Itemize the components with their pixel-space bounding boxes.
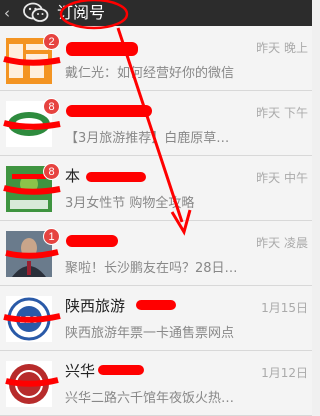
- list-item[interactable]: 兴华 1月12日 兴华二路六千馆年夜饭火热…: [0, 351, 312, 416]
- unread-badge: 2: [43, 33, 60, 50]
- wechat-logo-icon: [23, 2, 49, 22]
- item-preview: 戴仁光：如何经营好你的微信: [65, 66, 235, 81]
- item-preview: 【3月旅游推荐】白鹿原草…: [65, 131, 230, 146]
- list-item[interactable]: 1 昨天 凌晨 聚啦！长沙鹏友在吗？28日…: [0, 221, 312, 286]
- title-bar: ‹ 订阅号: [0, 0, 312, 26]
- list-item[interactable]: 2 昨天 晚上 戴仁光：如何经营好你的微信: [0, 26, 312, 91]
- unread-badge: 8: [43, 98, 60, 115]
- page-title: 订阅号: [57, 3, 106, 22]
- item-time: 1月12日: [261, 366, 308, 380]
- item-preview: 3月女性节 购物全攻略: [65, 196, 195, 211]
- redaction-mark: [66, 235, 118, 247]
- item-time: 昨天 下午: [256, 106, 308, 120]
- item-name: 兴华: [65, 362, 96, 380]
- redaction-mark: [136, 300, 176, 310]
- item-preview: 陕西旅游年票一卡通售票网点: [65, 326, 235, 341]
- svg-text:LEO: LEO: [19, 315, 39, 326]
- redaction-mark: [86, 172, 146, 182]
- avatar: [6, 361, 52, 407]
- tourism-emblem-icon: LEO: [6, 296, 52, 342]
- subscription-list: 2 昨天 晚上 戴仁光：如何经营好你的微信 8 昨天 下午 【3月旅游推荐】白鹿…: [0, 26, 312, 416]
- item-name: 陕西旅游: [65, 297, 126, 315]
- list-item[interactable]: 8 本 昨天 中午 3月女性节 购物全攻略: [0, 156, 312, 221]
- item-time: 昨天 晚上: [256, 41, 308, 55]
- item-time: 1月15日: [261, 301, 308, 315]
- item-time: 昨天 凌晨: [256, 236, 308, 250]
- redaction-mark: [66, 105, 152, 117]
- unread-badge: 8: [43, 163, 60, 180]
- unread-badge: 1: [43, 228, 60, 245]
- redaction-mark: [66, 42, 138, 56]
- back-chevron-icon[interactable]: ‹: [4, 3, 10, 23]
- item-time: 昨天 中午: [256, 171, 308, 185]
- redaction-mark: [98, 365, 144, 375]
- red-seal-icon: [6, 361, 52, 407]
- item-preview: 聚啦！长沙鹏友在吗？28日…: [65, 261, 238, 276]
- list-item[interactable]: LEO 陕西旅游 1月15日 陕西旅游年票一卡通售票网点: [0, 286, 312, 351]
- item-name: 本: [65, 167, 81, 185]
- list-item[interactable]: 8 昨天 下午 【3月旅游推荐】白鹿原草…: [0, 91, 312, 156]
- avatar: LEO: [6, 296, 52, 342]
